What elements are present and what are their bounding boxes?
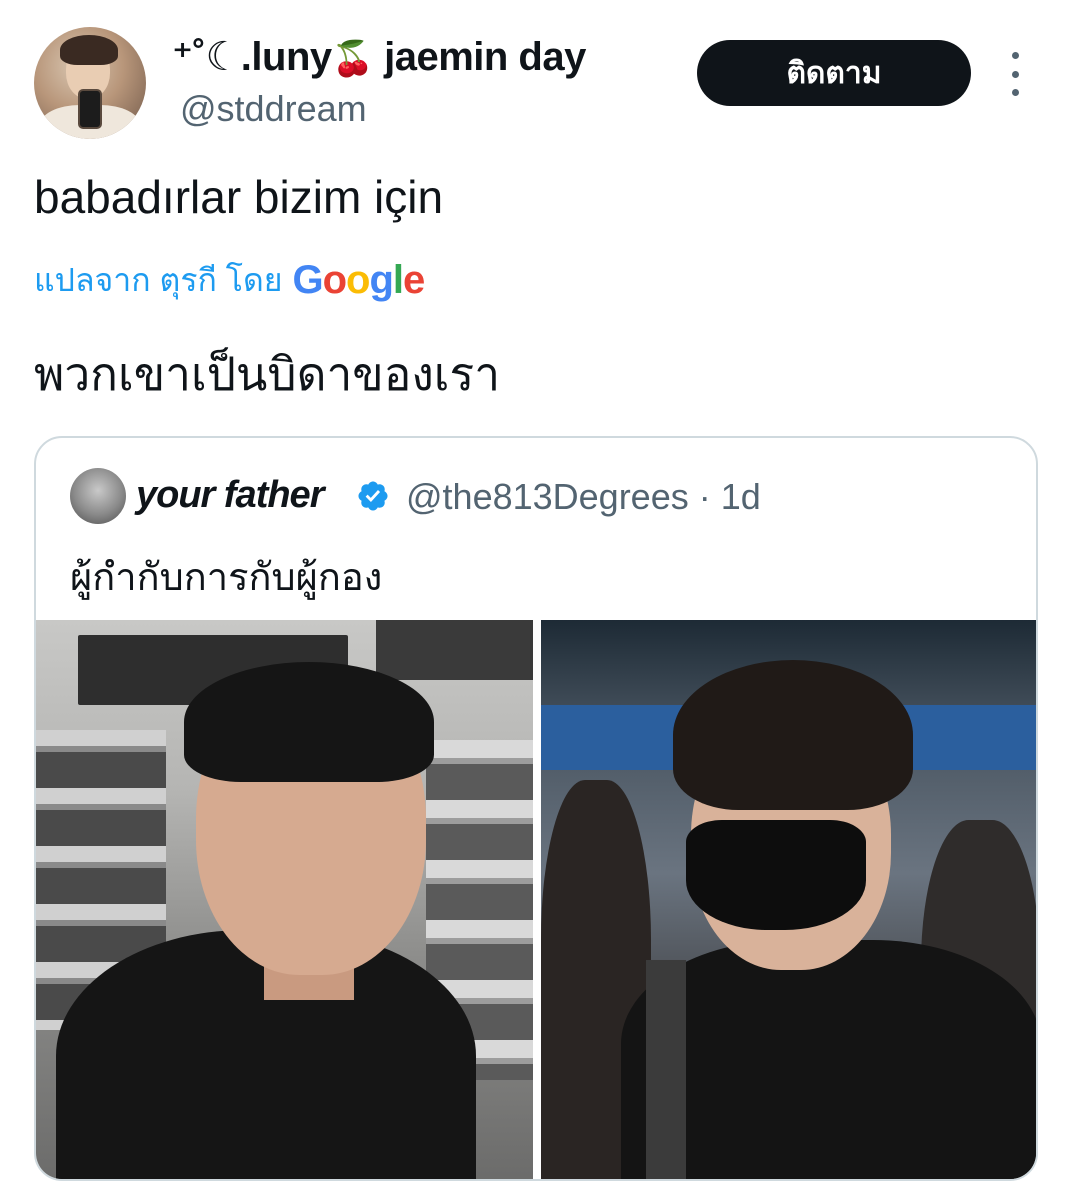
quote-author-avatar[interactable] [70,468,126,524]
quote-author-name[interactable]: your father [136,474,324,517]
translate-label: แปลจาก ตุรกี โดย [34,262,283,298]
dot [1011,52,1019,59]
person-hair [673,660,913,810]
display-name-prefix: ⁺˚☾.luny [172,35,332,79]
face-mask [686,820,866,930]
author-display-name[interactable]: ⁺˚☾.luny🍒 jaemin day [172,34,586,80]
translated-text: พวกเขาเป็นบิดาของเรา [34,348,501,400]
google-logo: Google [292,258,425,302]
tweet-text: babadırlar bizim için [34,171,444,223]
store-sign [376,620,533,680]
quote-photo-right[interactable] [541,620,1036,1179]
avatar-hair [60,35,118,65]
author-handle[interactable]: @stddream [180,88,367,130]
person-hair [184,662,434,782]
quote-text: ผู้กำกับการกับผู้กอง [70,557,383,599]
follow-button[interactable]: ติดตาม [697,40,971,106]
quoted-tweet-card[interactable]: your father @the813Degrees · 1d ผู้กำกับ… [34,436,1038,1181]
dot [1011,89,1019,96]
translation-attribution[interactable]: แปลจาก ตุรกี โดย Google [34,255,425,306]
quote-photo-left[interactable] [36,620,533,1179]
more-options-icon[interactable] [1000,52,1030,96]
author-avatar[interactable] [34,27,146,139]
display-name-suffix: jaemin day [373,35,586,79]
avatar-phone [78,89,102,129]
quote-handle-time: @the813Degrees · 1d [406,476,761,517]
dot [1011,70,1019,78]
backpack-strap [646,960,686,1179]
tweet: ⁺˚☾.luny🍒 jaemin day @stddream ติดตาม ba… [0,0,1069,1200]
cherry-emoji-icon: 🍒 [331,40,374,78]
verified-badge-icon [358,481,388,511]
